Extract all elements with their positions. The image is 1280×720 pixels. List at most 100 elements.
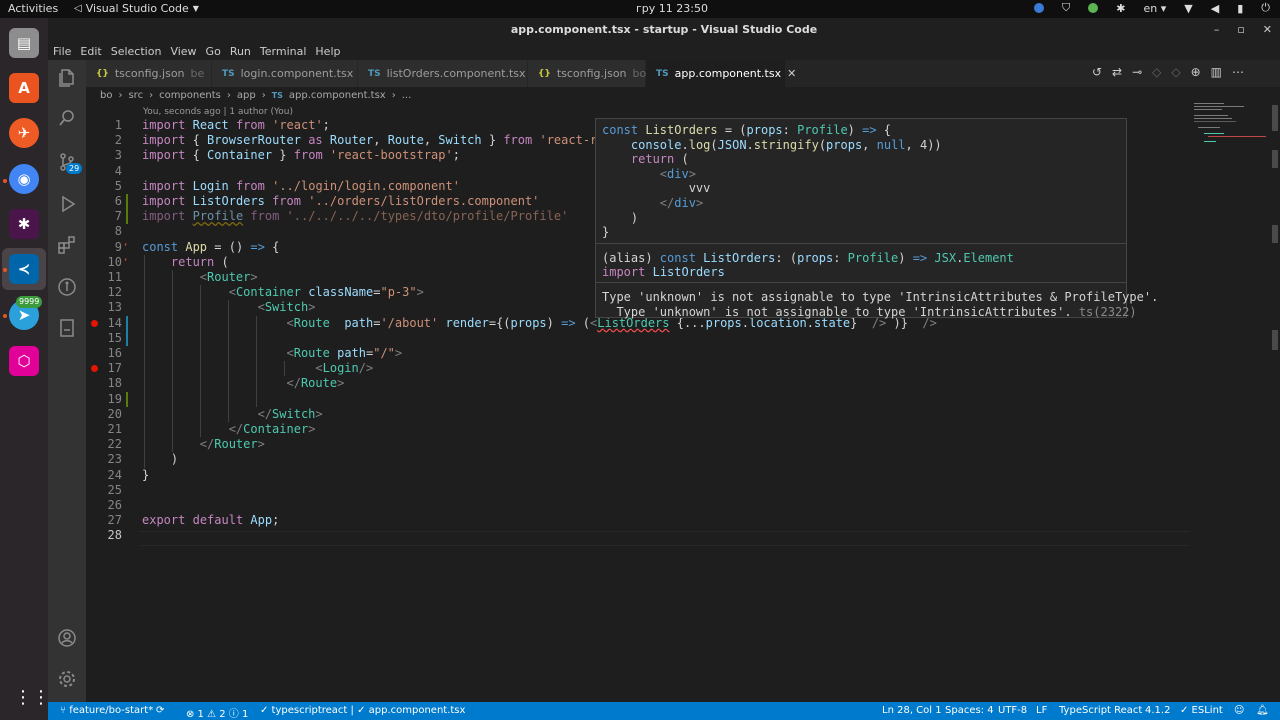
postman-icon[interactable]: ✈	[9, 118, 39, 148]
tray-app-icon[interactable]	[1034, 3, 1045, 13]
gear-icon[interactable]	[57, 669, 77, 689]
tab-tsconfig-bo[interactable]: {} tsconfig.json bo	[528, 60, 646, 87]
close-tab-icon[interactable]: ✕	[787, 67, 796, 80]
menu-view[interactable]: View	[170, 45, 196, 58]
vscode-icon[interactable]: ≺	[9, 254, 39, 284]
app-menu[interactable]: ◁ Visual Studio Code ▼	[74, 2, 199, 15]
encoding[interactable]: UTF-8	[998, 705, 1027, 716]
line-number[interactable]: 4	[86, 164, 122, 179]
menu-help[interactable]: Help	[315, 45, 340, 58]
tray-check-icon[interactable]	[1088, 3, 1099, 13]
language-indicator[interactable]: en ▾	[1144, 2, 1167, 15]
code-line[interactable]: 21 </Container>	[86, 422, 1190, 437]
code-line[interactable]: 23 )	[86, 452, 1190, 467]
line-number[interactable]: 9	[86, 240, 122, 255]
language-status[interactable]: ✓ typescriptreact | ✓ app.component.tsx	[260, 705, 465, 716]
shield-icon[interactable]: ⛉	[1062, 1, 1070, 15]
feedback-icon[interactable]: ☺	[1234, 705, 1244, 716]
branch-indicator[interactable]: ⑂ feature/bo-start*	[60, 705, 153, 716]
line-number[interactable]: 28	[86, 528, 122, 543]
breadcrumb-item[interactable]: app.component.tsx	[289, 90, 386, 101]
explorer-icon[interactable]	[57, 68, 77, 88]
git-change-marker[interactable]	[126, 330, 128, 346]
code-line[interactable]: 19	[86, 391, 1190, 407]
battery-icon[interactable]: ▮	[1237, 2, 1243, 15]
chrome-icon[interactable]: ◉	[9, 164, 39, 194]
menu-file[interactable]: File	[53, 45, 71, 58]
line-number[interactable]: 1	[86, 118, 122, 133]
line-number[interactable]: 13	[86, 300, 122, 315]
problems-indicator[interactable]: ⊗ 1 ⚠ 2 ⓘ 1	[186, 705, 248, 720]
line-number[interactable]: 25	[86, 483, 122, 498]
line-number[interactable]: 21	[86, 422, 122, 437]
restore-icon[interactable]: ▫	[1237, 18, 1244, 42]
breadcrumb-item[interactable]: bo	[100, 90, 112, 101]
git-change-marker[interactable]	[126, 391, 128, 407]
code-line[interactable]: 27 export default App;	[86, 513, 1190, 528]
split-editor-icon[interactable]: ▥	[1211, 65, 1222, 79]
search-icon[interactable]	[57, 108, 77, 128]
line-number[interactable]: 10	[86, 255, 122, 270]
line-number[interactable]: 16	[86, 346, 122, 361]
breadcrumb-item[interactable]: ...	[402, 90, 412, 101]
close-icon[interactable]: ✕	[1263, 18, 1272, 42]
clock[interactable]: гру 11 23:50	[636, 2, 708, 15]
extensions-icon[interactable]	[57, 235, 77, 255]
line-number[interactable]: 23	[86, 452, 122, 467]
code-line[interactable]: 16 <Route path="/">	[86, 346, 1190, 361]
tab-listorders-component[interactable]: TS listOrders.component.tsx	[358, 60, 528, 87]
line-number[interactable]: 27	[86, 513, 122, 528]
code-line[interactable]: 24}	[86, 468, 1190, 483]
code-line[interactable]: 26	[86, 498, 1190, 513]
line-number[interactable]: 7	[86, 209, 122, 224]
line-number[interactable]: 24	[86, 468, 122, 483]
previous-change-icon[interactable]: ◇	[1152, 65, 1161, 79]
code-line[interactable]: 25	[86, 483, 1190, 498]
menu-edit[interactable]: Edit	[80, 45, 101, 58]
slack-tray-icon[interactable]: ✱	[1116, 2, 1125, 15]
compare-icon[interactable]: ⇄	[1112, 65, 1122, 79]
minimize-icon[interactable]: –	[1214, 18, 1220, 42]
git-graph-icon[interactable]	[57, 277, 77, 297]
line-number[interactable]: 11	[86, 270, 122, 285]
volume-icon[interactable]: ◀	[1211, 2, 1219, 15]
git-change-marker[interactable]	[126, 194, 128, 209]
git-change-marker[interactable]	[126, 209, 128, 225]
cursor-position[interactable]: Ln 28, Col 1	[882, 705, 942, 716]
code-line[interactable]: 22 </Router>	[86, 437, 1190, 452]
line-number[interactable]: 19	[86, 392, 122, 407]
breakpoint-icon[interactable]	[91, 319, 98, 327]
ts-version[interactable]: 4.1.2	[1145, 705, 1170, 716]
line-number[interactable]: 26	[86, 498, 122, 513]
show-apps-icon[interactable]: ⋮⋮	[14, 687, 50, 708]
power-icon[interactable]: ⏻	[1261, 1, 1270, 15]
line-number[interactable]: 22	[86, 437, 122, 452]
codelens-blame[interactable]: You, seconds ago | 1 author (You)	[143, 107, 293, 117]
line-number[interactable]: 15	[86, 331, 122, 346]
sync-icon[interactable]: ⟳	[156, 705, 164, 716]
code-line[interactable]: 18 </Route>	[86, 376, 1190, 391]
line-number[interactable]: 8	[86, 224, 122, 239]
minimap[interactable]	[1190, 100, 1270, 150]
code-line[interactable]: 20 </Switch>	[86, 407, 1190, 422]
line-number[interactable]: 6	[86, 194, 122, 209]
tab-tsconfig-be[interactable]: {} tsconfig.json be	[86, 60, 212, 87]
graphql-icon[interactable]: ⬡	[9, 346, 39, 376]
line-number[interactable]: 3	[86, 148, 122, 163]
menu-run[interactable]: Run	[230, 45, 251, 58]
git-change-marker[interactable]	[126, 315, 128, 331]
more-actions-icon[interactable]: ⋯	[1232, 65, 1244, 79]
slack-icon[interactable]: ✱	[9, 209, 39, 239]
line-number[interactable]: 5	[86, 179, 122, 194]
end-of-line[interactable]: LF	[1036, 705, 1047, 716]
tab-login-component[interactable]: TS login.component.tsx	[212, 60, 358, 87]
software-icon[interactable]: A	[9, 73, 39, 103]
breadcrumb-item[interactable]: components	[159, 90, 221, 101]
timeline-icon[interactable]: ↺	[1092, 65, 1102, 79]
line-number[interactable]: 2	[86, 133, 122, 148]
line-number[interactable]: 20	[86, 407, 122, 422]
run-debug-icon[interactable]	[57, 194, 77, 214]
tab-app-component[interactable]: TS app.component.tsx ✕	[646, 60, 796, 87]
menu-selection[interactable]: Selection	[111, 45, 162, 58]
language-mode[interactable]: TypeScript React	[1059, 705, 1142, 716]
